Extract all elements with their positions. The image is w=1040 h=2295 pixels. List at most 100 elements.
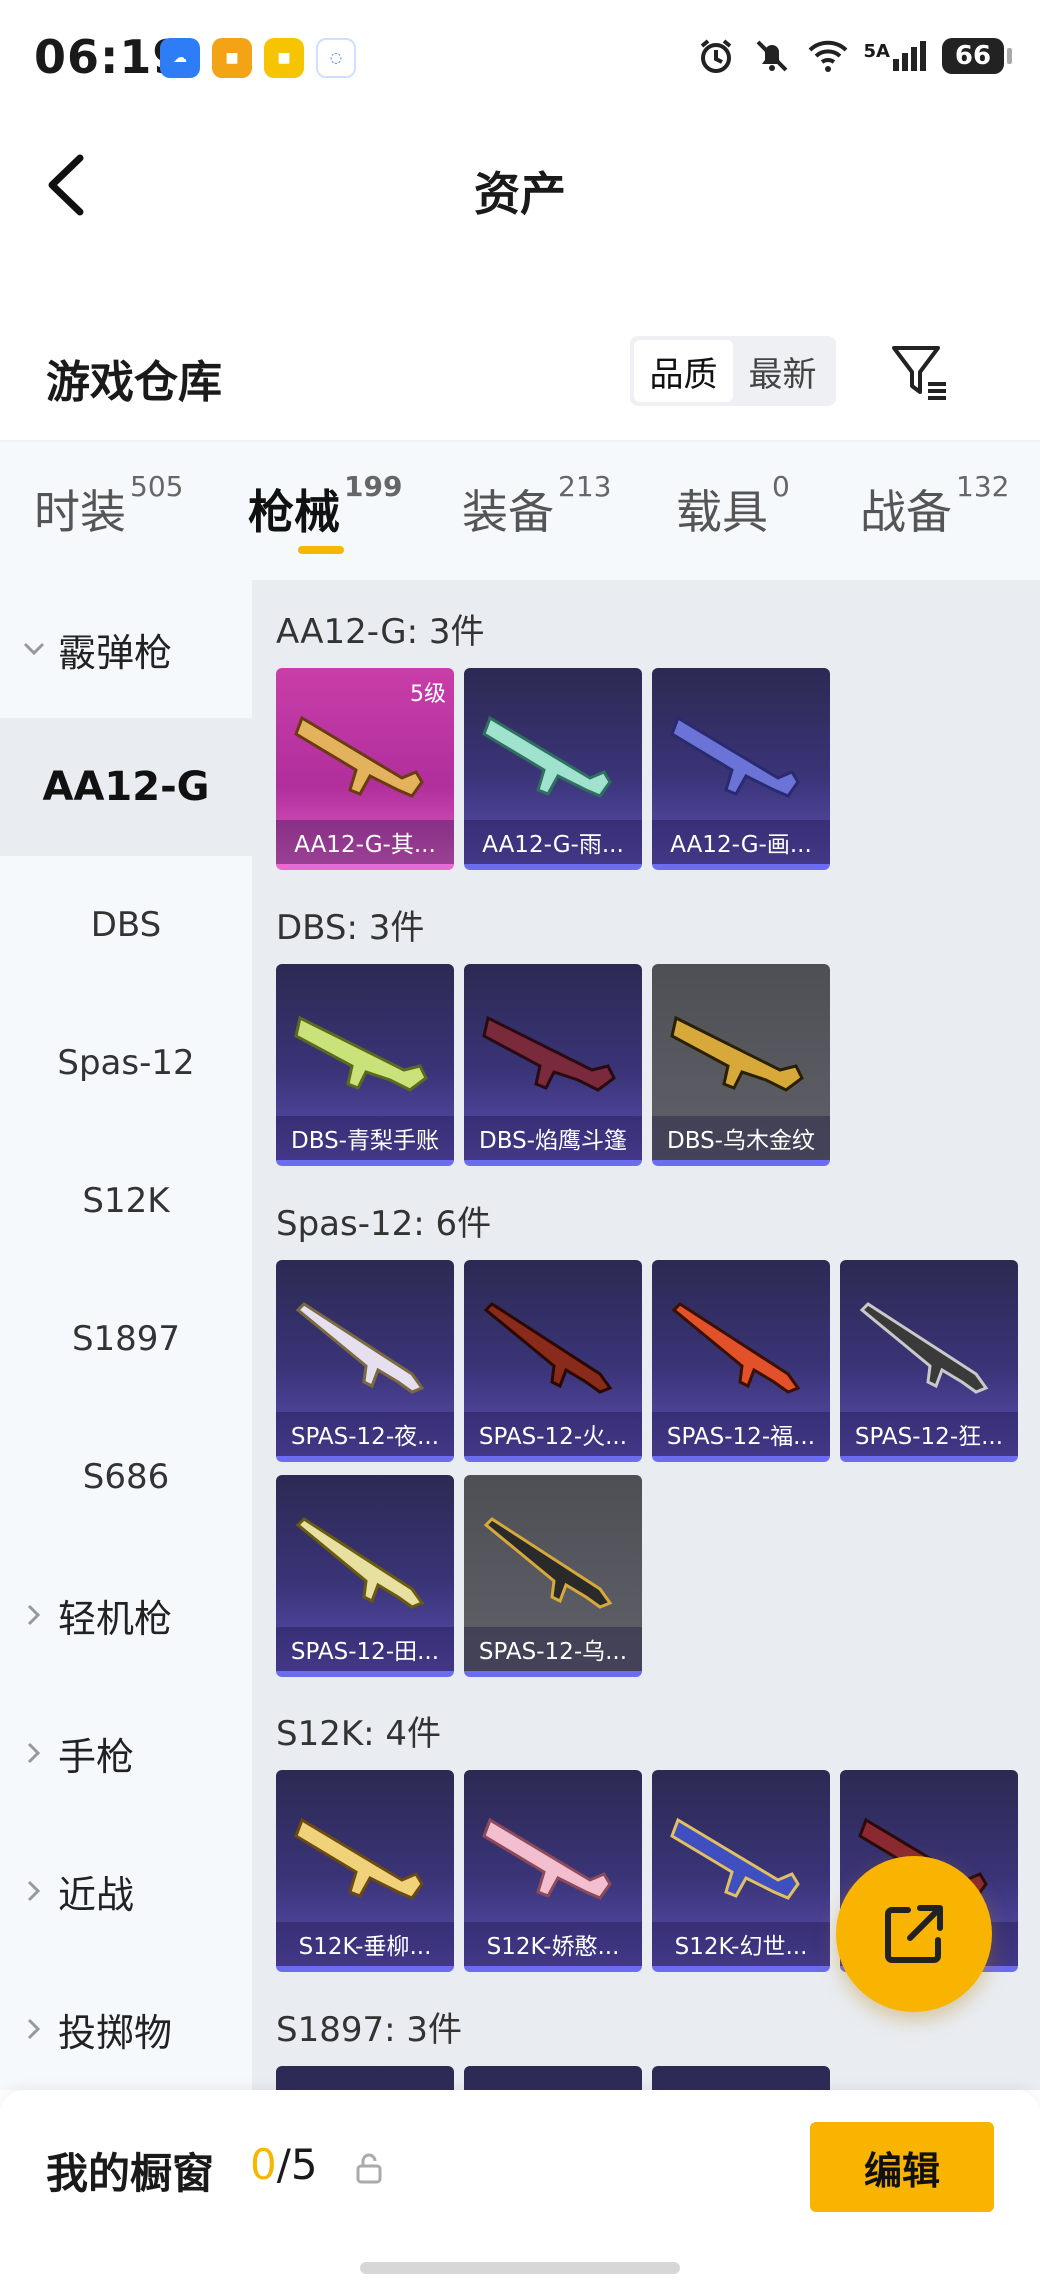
item-card[interactable]: DBS-乌木金纹 xyxy=(652,964,830,1166)
item-card[interactable]: SPAS-12-乌... xyxy=(464,1475,642,1677)
tab-guns[interactable]: 枪械 199 xyxy=(248,470,402,542)
filter-icon[interactable] xyxy=(888,340,952,404)
tab-fashion[interactable]: 时装 505 xyxy=(34,470,183,542)
tab-tactical[interactable]: 战备 132 xyxy=(860,470,1009,542)
item-card[interactable]: SPAS-12-福... xyxy=(652,1260,830,1462)
item-label: DBS-焰鹰斗篷 xyxy=(464,1116,642,1160)
sidebar-item-label: 近战 xyxy=(58,1872,135,1917)
sidebar-item-label: S1897 xyxy=(71,1319,181,1359)
item-card[interactable]: 5级 AA12-G-其... xyxy=(276,668,454,870)
tab-label: 载具 xyxy=(676,485,768,539)
item-label: S12K-娇憨... xyxy=(464,1922,642,1966)
status-app-icons: ☁ ■ ■ ◌ xyxy=(160,38,356,78)
showcase-used: 0 xyxy=(250,2140,277,2189)
sidebar-item-lmg[interactable]: 轻机枪 xyxy=(0,1546,252,1684)
edit-button[interactable]: 编辑 xyxy=(810,2122,994,2212)
showcase-separator: / xyxy=(276,2140,291,2189)
weapon-skin-image xyxy=(294,715,424,798)
sidebar-item-throwable[interactable]: 投掷物 xyxy=(0,1960,252,2090)
item-label: S12K-垂柳... xyxy=(276,1922,454,1966)
item-card[interactable]: S12K-幻世... xyxy=(652,1770,830,1972)
item-label: SPAS-12-福... xyxy=(652,1412,830,1456)
network-type: 5A xyxy=(863,41,890,62)
item-card[interactable]: SPAS-12-夜... xyxy=(276,1260,454,1462)
item-card[interactable] xyxy=(652,2066,830,2090)
item-card[interactable] xyxy=(464,2066,642,2090)
chat-app-icon: ◌ xyxy=(316,38,356,78)
chevron-right-icon xyxy=(27,1880,41,1902)
sidebar-item-s12k[interactable]: S12K xyxy=(0,1132,252,1270)
item-level: 5级 xyxy=(410,682,446,707)
item-card[interactable]: SPAS-12-狂... xyxy=(840,1260,1018,1462)
home-indicator[interactable] xyxy=(360,2262,680,2274)
page-title: 资产 xyxy=(474,167,566,221)
tab-label: 枪械 xyxy=(248,485,340,539)
showcase-total: 5 xyxy=(290,2140,318,2189)
wifi-icon xyxy=(808,40,847,72)
lock-icon xyxy=(356,2153,382,2184)
item-card[interactable]: S12K-娇憨... xyxy=(464,1770,642,1972)
weapon-skin-image xyxy=(859,1302,989,1394)
item-label: SPAS-12-火... xyxy=(464,1412,642,1456)
item-label: AA12-G-其... xyxy=(276,820,454,864)
tab-count: 0 xyxy=(772,470,790,503)
weapon-skin-image xyxy=(295,1517,425,1609)
status-indicators: 5A 66 xyxy=(696,36,1012,76)
group-title-s1897: S1897: 3件 xyxy=(276,2010,463,2050)
sidebar-item-shotgun[interactable]: 霰弹枪 xyxy=(0,580,252,718)
sidebar-item-label: 投掷物 xyxy=(58,2010,173,2055)
item-card[interactable]: S12K-垂柳... xyxy=(276,1770,454,1972)
sidebar-item-pistol[interactable]: 手枪 xyxy=(0,1684,252,1822)
weapon-skin-image xyxy=(483,1302,613,1394)
tab-label: 装备 xyxy=(462,485,554,539)
tab-vehicles[interactable]: 载具 0 xyxy=(676,470,790,542)
sort-toggle: 品质 最新 xyxy=(630,336,836,406)
sidebar-item-spas12[interactable]: Spas-12 xyxy=(0,994,252,1132)
sort-newest-button[interactable]: 最新 xyxy=(733,340,832,402)
item-card[interactable]: SPAS-12-田... xyxy=(276,1475,454,1677)
nav-header: 资产 xyxy=(0,120,1040,250)
item-card[interactable] xyxy=(276,2066,454,2090)
chevron-down-icon xyxy=(23,642,45,656)
sidebar-item-label: Spas-12 xyxy=(57,1043,195,1083)
item-label: SPAS-12-田... xyxy=(276,1627,454,1671)
weapon-skin-image xyxy=(482,1015,616,1092)
share-button[interactable] xyxy=(836,1856,992,2012)
tab-label: 战备 xyxy=(860,485,952,539)
sidebar-item-melee[interactable]: 近战 xyxy=(0,1822,252,1960)
item-card[interactable]: AA12-G-雨... xyxy=(464,668,642,870)
sidebar-item-aa12g[interactable]: AA12-G xyxy=(0,718,252,856)
item-card[interactable]: AA12-G-画... xyxy=(652,668,830,870)
active-tab-indicator xyxy=(298,546,344,554)
item-card[interactable]: SPAS-12-火... xyxy=(464,1260,642,1462)
item-label: S12K-幻世... xyxy=(652,1922,830,1966)
sidebar-item-label: S686 xyxy=(82,1457,170,1497)
item-label: AA12-G-画... xyxy=(652,820,830,864)
app-notification-icon-2: ■ xyxy=(264,38,304,78)
section-header: 游戏仓库 品质 最新 xyxy=(0,310,1040,440)
weapon-category-sidebar: 霰弹枪 AA12-G DBS Spas-12 S12K S1897 S686 轻… xyxy=(0,580,252,2090)
sidebar-item-s686[interactable]: S686 xyxy=(0,1408,252,1546)
item-label: DBS-青梨手账 xyxy=(276,1116,454,1160)
sidebar-item-s1897[interactable]: S1897 xyxy=(0,1270,252,1408)
sort-quality-button[interactable]: 品质 xyxy=(634,340,733,402)
item-card[interactable]: DBS-青梨手账 xyxy=(276,964,454,1166)
weapon-skin-image xyxy=(671,1302,801,1394)
weapon-skin-image xyxy=(294,1015,428,1092)
tab-equipment[interactable]: 装备 213 xyxy=(462,470,611,542)
weapon-skin-image xyxy=(482,715,612,798)
app-notification-icon: ■ xyxy=(212,38,252,78)
section-title: 游戏仓库 xyxy=(46,357,222,408)
group-title-s12k: S12K: 4件 xyxy=(276,1714,442,1754)
chevron-right-icon xyxy=(27,2018,41,2040)
item-card[interactable]: DBS-焰鹰斗篷 xyxy=(464,964,642,1166)
category-tabs: 时装 505 枪械 199 装备 213 载具 0 战备 132 xyxy=(0,440,1040,580)
tab-count: 199 xyxy=(344,470,403,503)
mute-icon xyxy=(756,40,787,72)
weapon-skin-image xyxy=(482,1817,612,1900)
share-external-icon xyxy=(885,1905,943,1963)
sidebar-item-label: AA12-G xyxy=(42,764,210,810)
sidebar-item-dbs[interactable]: DBS xyxy=(0,856,252,994)
group-title-spas12: Spas-12: 6件 xyxy=(276,1204,492,1244)
sidebar-item-label: 霰弹枪 xyxy=(58,630,173,675)
